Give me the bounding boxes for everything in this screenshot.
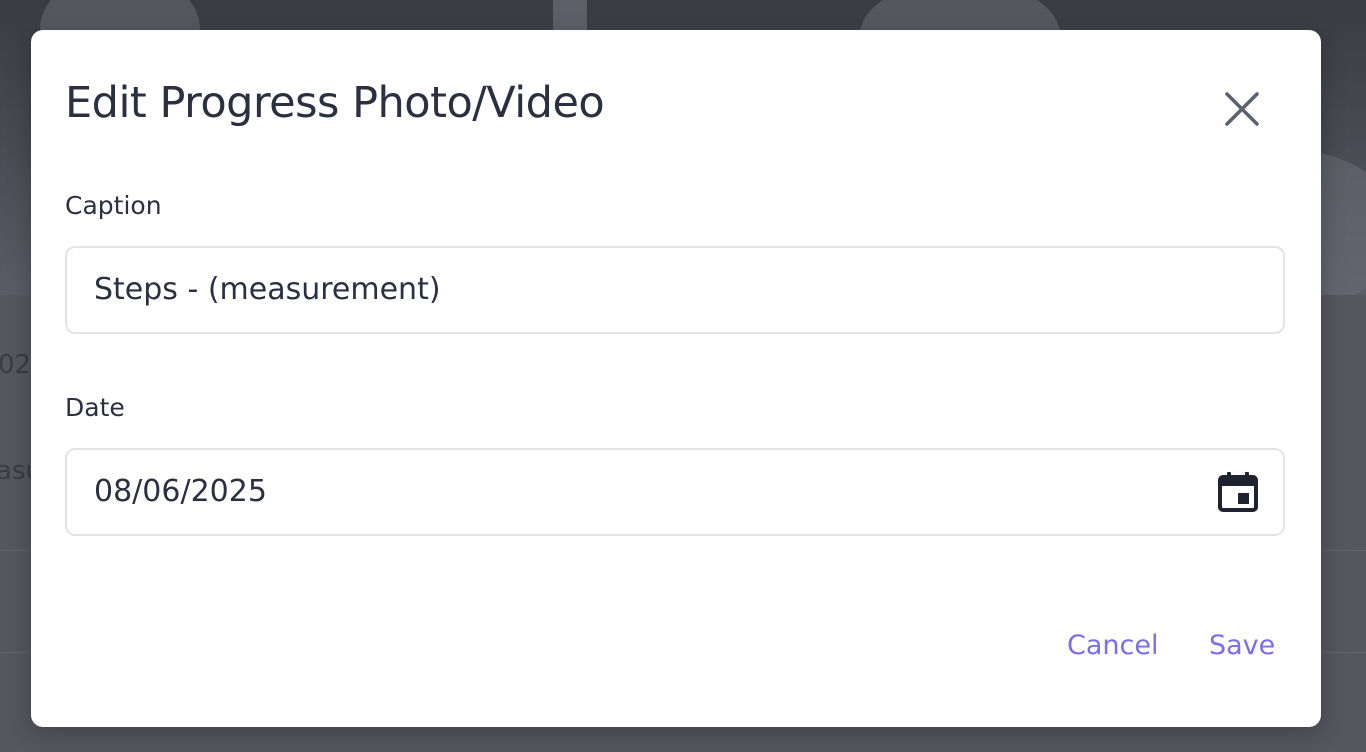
date-input-value: 08/06/2025 [94, 474, 267, 509]
save-button[interactable]: Save [1209, 628, 1275, 664]
close-icon [1225, 92, 1259, 126]
close-button[interactable] [1219, 86, 1265, 132]
caption-input-value: Steps - (measurement) [94, 272, 441, 307]
calendar-icon [1218, 472, 1258, 512]
background-text-fragment: 02 [0, 350, 32, 380]
edit-progress-dialog: Edit Progress Photo/Video Caption Steps … [31, 30, 1321, 727]
caption-input[interactable]: Steps - (measurement) [65, 246, 1285, 334]
date-input[interactable]: 08/06/2025 [65, 448, 1285, 536]
date-label: Date [65, 393, 125, 422]
caption-label: Caption [65, 191, 162, 220]
cancel-button[interactable]: Cancel [1067, 628, 1158, 664]
dialog-title: Edit Progress Photo/Video [65, 78, 605, 128]
calendar-button[interactable] [1216, 470, 1260, 514]
